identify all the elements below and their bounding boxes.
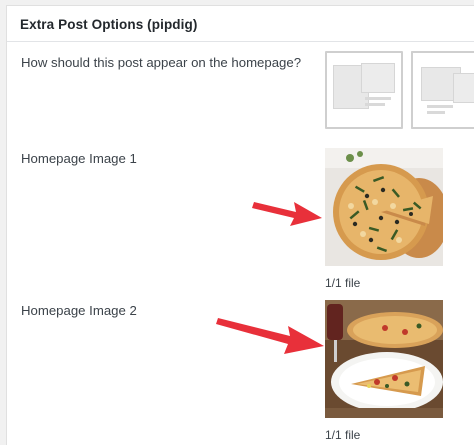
extra-post-options-metabox: Extra Post Options (pipdig) How should t… — [6, 5, 474, 445]
homepage-image-2-label: Homepage Image 2 — [21, 303, 137, 318]
homepage-image-2-thumbnail[interactable] — [325, 300, 443, 418]
layout-question-label: How should this post appear on the homep… — [21, 55, 302, 70]
homepage-image-2-file-count: 1/1 file — [325, 428, 361, 442]
layout-thumb-line — [365, 97, 391, 100]
pizza-slice-photo — [325, 300, 443, 418]
homepage-image-1-label: Homepage Image 1 — [21, 151, 137, 166]
layout-thumb-line — [365, 103, 385, 106]
metabox-title: Extra Post Options (pipdig) — [20, 17, 198, 32]
homepage-image-1-file-count: 1/1 file — [325, 276, 361, 290]
layout-thumb-block — [361, 63, 395, 93]
layout-option-image-overlap[interactable] — [325, 51, 403, 129]
arrow-pointer-red-icon — [252, 202, 322, 226]
arrow-pointer-red-icon — [216, 318, 324, 354]
layout-thumb-line — [427, 111, 445, 114]
pizza-photo — [325, 148, 443, 266]
layout-thumb-line — [427, 105, 453, 108]
homepage-image-1-thumbnail[interactable] — [325, 148, 443, 266]
metabox-header[interactable]: Extra Post Options (pipdig) — [7, 6, 474, 42]
layout-option-image-side[interactable] — [411, 51, 474, 129]
layout-thumb-block — [453, 73, 474, 103]
